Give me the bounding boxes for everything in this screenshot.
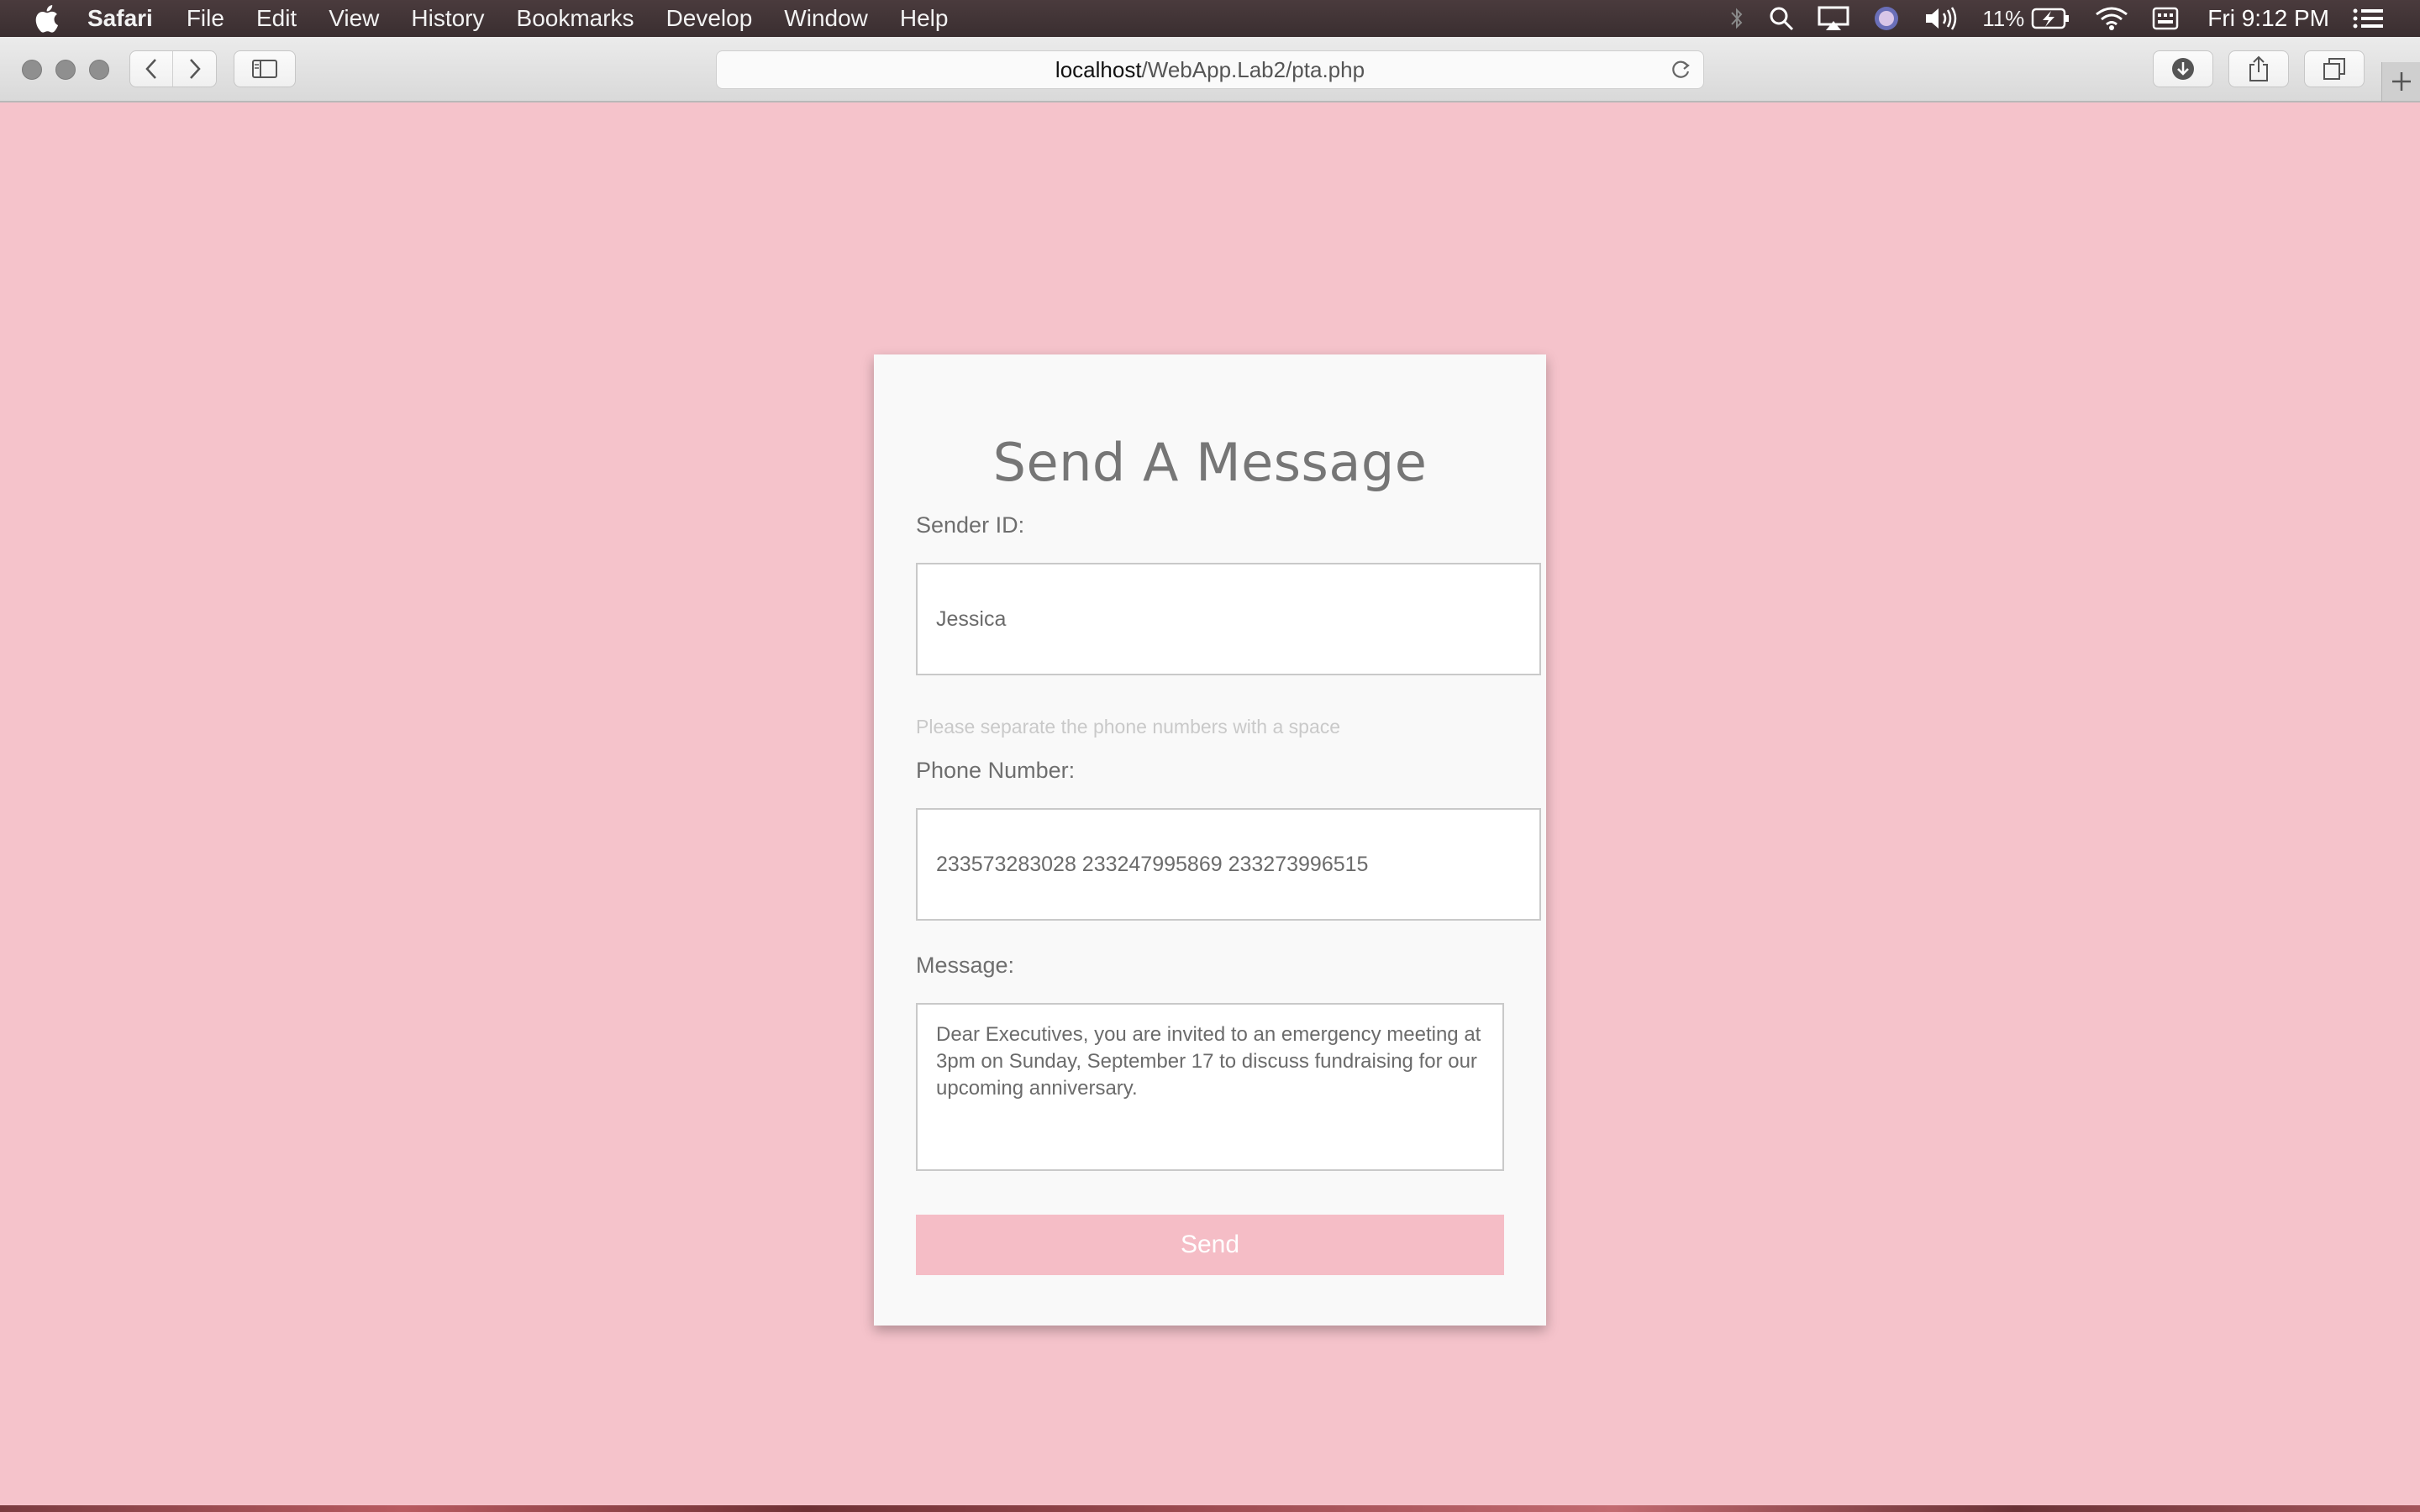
tabs-icon [2323,58,2345,80]
menu-develop[interactable]: Develop [666,5,753,32]
sidebar-toggle-button[interactable] [234,50,296,87]
message-form-card: Send A Message Sender ID: Jessica Please… [874,354,1546,1326]
share-icon [2249,55,2268,81]
window-zoom-button[interactable] [89,60,109,80]
window-close-button[interactable] [22,60,42,80]
menu-edit[interactable]: Edit [256,5,297,32]
notification-center-icon[interactable] [2353,8,2383,29]
chevron-right-icon [189,59,201,79]
menu-file[interactable]: File [187,5,224,32]
menu-bookmarks[interactable]: Bookmarks [517,5,634,32]
tab-overview-button[interactable] [2304,50,2365,87]
back-button[interactable] [130,51,174,87]
desktop-wallpaper-strip [0,1505,2420,1512]
address-bar[interactable]: localhost/WebApp.Lab2/pta.php [716,50,1704,89]
spotlight-search-icon[interactable] [1769,6,1794,31]
plus-icon [2391,72,2411,91]
menubar-clock[interactable]: Fri 9:12 PM [2207,5,2329,32]
apple-icon[interactable] [34,4,59,33]
back-forward-buttons [129,50,217,87]
wifi-icon[interactable] [2095,6,2128,31]
form-title: Send A Message [992,432,1428,493]
send-button[interactable]: Send [916,1215,1504,1275]
phone-number-label: Phone Number: [916,758,1076,783]
battery-percentage[interactable]: 11% [1982,6,2024,32]
message-textarea[interactable]: Dear Executives, you are invited to an e… [916,1003,1504,1171]
downloads-button[interactable] [2153,50,2213,87]
sidebar-icon [252,60,277,78]
menu-bar: Safari File Edit View History Bookmarks … [0,0,2420,37]
phone-number-input[interactable]: 233573283028 233247995869 233273996515 [916,808,1541,921]
share-button[interactable] [2228,50,2289,87]
sender-id-label: Sender ID: [916,512,1025,538]
message-label: Message: [916,953,1015,978]
reload-icon[interactable] [1670,59,1691,87]
airplay-icon[interactable] [1818,6,1849,31]
battery-charging-icon[interactable] [2031,7,2071,30]
menu-view[interactable]: View [329,5,379,32]
siri-icon[interactable] [1873,5,1900,32]
url-host: localhost [1055,56,1142,82]
window-minimize-button[interactable] [55,60,76,80]
menu-app-safari[interactable]: Safari [87,5,153,32]
bluetooth-icon[interactable] [1728,6,1745,31]
keyboard-input-icon[interactable] [2152,6,2179,31]
menu-window[interactable]: Window [784,5,868,32]
volume-icon[interactable] [1923,6,1959,31]
new-tab-button[interactable] [2381,62,2420,101]
download-icon [2172,58,2194,80]
chevron-left-icon [145,59,156,79]
menu-help[interactable]: Help [900,5,949,32]
forward-button[interactable] [173,51,216,87]
url-path: /WebApp.Lab2/pta.php [1141,56,1365,82]
menu-history[interactable]: History [411,5,484,32]
phone-hint-text: Please separate the phone numbers with a… [916,716,1341,738]
browser-toolbar: localhost/WebApp.Lab2/pta.php [0,37,2420,102]
sender-id-input[interactable]: Jessica [916,563,1541,675]
